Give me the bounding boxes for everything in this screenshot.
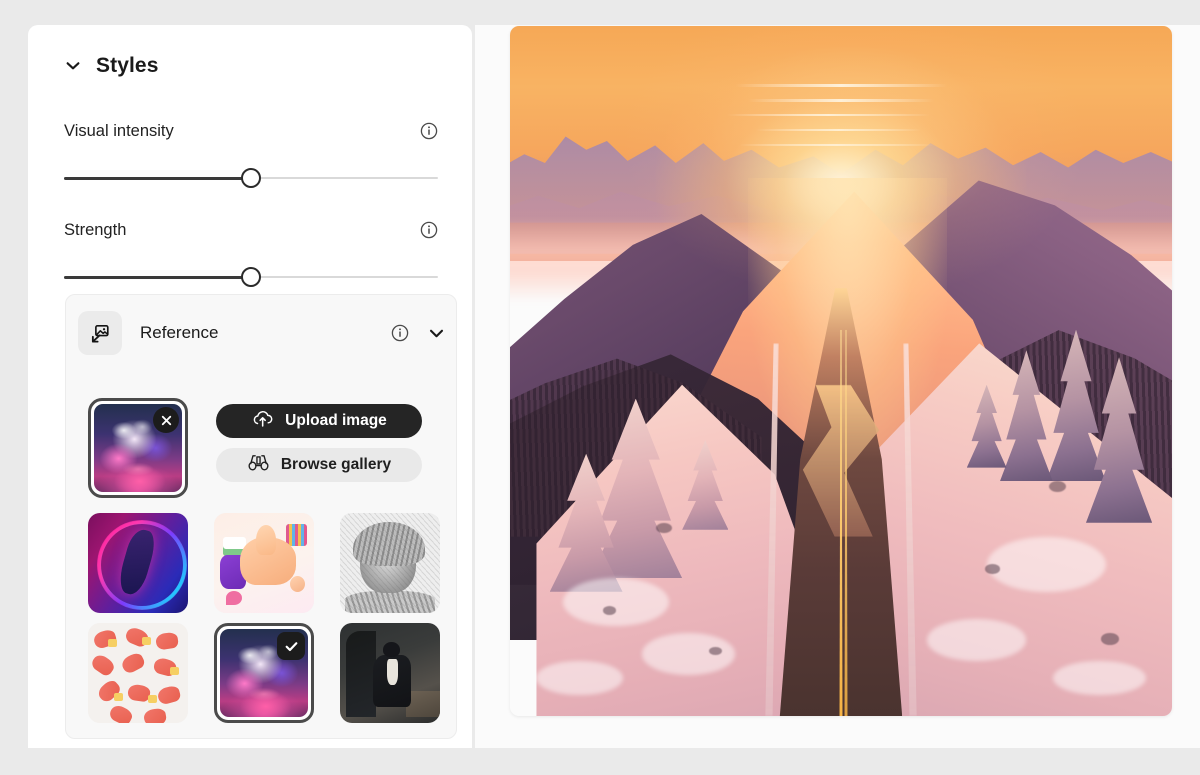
browse-gallery-button[interactable]: Browse gallery — [216, 448, 422, 482]
style-tile-neon-dancer[interactable] — [88, 513, 188, 613]
styles-panel: Styles Visual intensity Strength Referen… — [28, 25, 472, 748]
upload-image-button[interactable]: Upload image — [216, 404, 422, 438]
chevron-down-icon[interactable] — [64, 57, 82, 75]
generated-image[interactable] — [510, 26, 1172, 716]
cloud-upload-icon — [251, 409, 274, 433]
style-tile-thumbs-up[interactable] — [214, 513, 314, 613]
slider-fill — [64, 176, 251, 180]
reference-card: Reference Upload image Browse gallery — [65, 294, 457, 739]
visual-intensity-slider[interactable] — [64, 167, 438, 189]
strength-row: Strength — [64, 219, 438, 241]
style-tile-image — [88, 623, 188, 723]
page-title: Styles — [96, 54, 159, 77]
reference-title: Reference — [140, 323, 219, 342]
check-icon — [277, 632, 305, 660]
style-tile-image — [340, 513, 440, 613]
visual-intensity-label: Visual intensity — [64, 121, 174, 140]
visual-intensity-row: Visual intensity — [64, 120, 438, 142]
info-icon[interactable] — [391, 324, 409, 342]
app-root: Styles Visual intensity Strength Referen… — [0, 0, 1200, 775]
info-icon[interactable] — [420, 221, 438, 239]
browse-gallery-label: Browse gallery — [280, 456, 392, 473]
image-reference-icon — [78, 311, 122, 355]
style-tile-cloud[interactable] — [214, 623, 314, 723]
visual-intensity-control: Visual intensity — [64, 120, 438, 189]
slider-handle[interactable] — [241, 267, 261, 287]
reference-header: Reference — [78, 311, 446, 355]
slider-fill — [64, 275, 251, 279]
preview-panel — [475, 25, 1200, 748]
reference-upload-row: Upload image Browse gallery — [88, 398, 440, 498]
style-tile-image — [214, 513, 314, 613]
close-icon[interactable] — [153, 407, 179, 433]
style-tile-portrait-photo[interactable] — [340, 623, 440, 723]
generated-image-scene — [510, 26, 1172, 716]
strength-slider[interactable] — [64, 266, 438, 288]
style-tile-hand-pattern[interactable] — [88, 623, 188, 723]
style-tile-grid — [88, 513, 440, 723]
strength-control: Strength — [64, 219, 438, 288]
style-tile-pencil-portrait[interactable] — [340, 513, 440, 613]
styles-section-header[interactable]: Styles — [64, 54, 158, 78]
binoculars-icon — [247, 453, 270, 477]
strength-label: Strength — [64, 220, 127, 239]
upload-image-label: Upload image — [285, 412, 387, 429]
reference-thumbnail[interactable] — [88, 398, 188, 498]
style-tile-image — [340, 623, 440, 723]
info-icon[interactable] — [420, 122, 438, 140]
sun-streaks — [726, 74, 947, 157]
chevron-down-icon[interactable] — [427, 324, 446, 343]
slider-handle[interactable] — [241, 168, 261, 188]
style-tile-image — [88, 513, 188, 613]
